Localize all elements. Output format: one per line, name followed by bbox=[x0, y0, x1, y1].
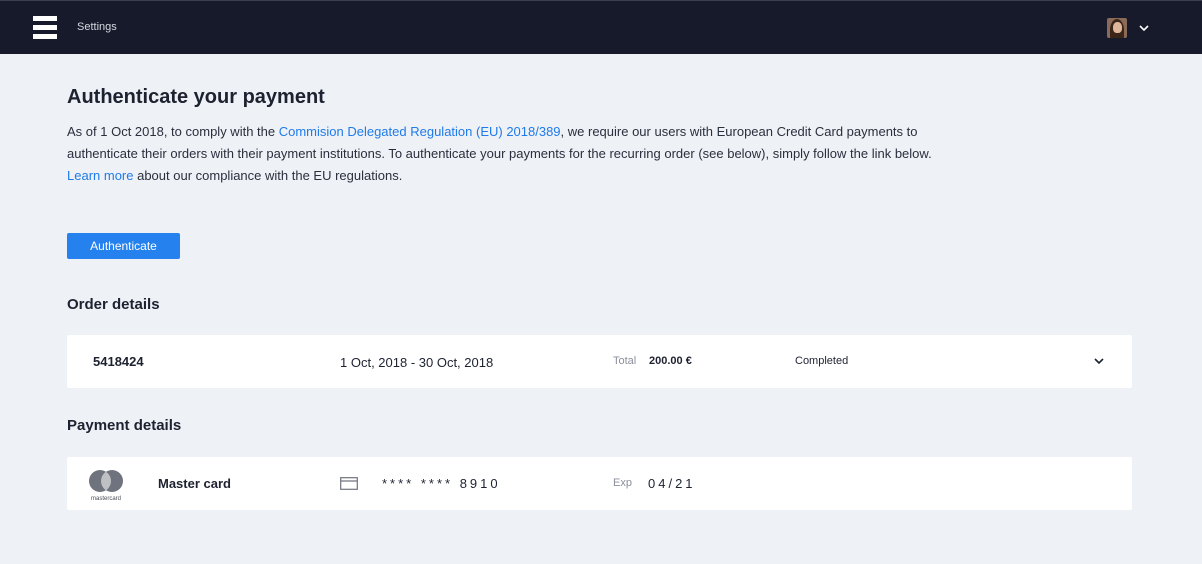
order-total-value: 200.00 € bbox=[649, 355, 692, 367]
intro-text-part: about our compliance with the EU regulat… bbox=[133, 168, 403, 183]
order-details-title: Order details bbox=[67, 296, 160, 313]
order-total-label: Total bbox=[613, 355, 637, 367]
hamburger-icon[interactable] bbox=[33, 16, 57, 40]
credit-card-icon bbox=[340, 477, 358, 490]
chevron-down-icon[interactable] bbox=[1093, 356, 1105, 366]
order-dates: 1 Oct, 2018 - 30 Oct, 2018 bbox=[340, 355, 494, 370]
regulation-link[interactable]: Commision Delegated Regulation (EU) 2018… bbox=[279, 124, 561, 139]
order-id: 5418424 bbox=[93, 354, 144, 369]
authenticate-button[interactable]: Authenticate bbox=[67, 233, 180, 259]
card-number: **** **** 8910 bbox=[382, 476, 501, 491]
payment-details-title: Payment details bbox=[67, 417, 182, 434]
mastercard-logo-icon: mastercard bbox=[89, 470, 123, 502]
mastercard-wordmark: mastercard bbox=[91, 496, 121, 502]
learn-more-link[interactable]: Learn more bbox=[67, 168, 133, 183]
chevron-down-icon[interactable] bbox=[1137, 23, 1151, 33]
intro-text-part: As of 1 Oct 2018, to comply with the bbox=[67, 124, 279, 139]
order-status: Completed bbox=[795, 355, 849, 367]
top-bar: Settings bbox=[0, 0, 1202, 54]
exp-label: Exp bbox=[613, 477, 632, 489]
card-name: Master card bbox=[158, 476, 231, 491]
user-avatar[interactable] bbox=[1107, 18, 1127, 38]
intro-text: As of 1 Oct 2018, to comply with the Com… bbox=[67, 121, 947, 187]
payment-row: mastercard Master card **** **** 8910 Ex… bbox=[67, 457, 1132, 510]
order-row[interactable]: 5418424 1 Oct, 2018 - 30 Oct, 2018 Total… bbox=[67, 335, 1132, 388]
page-title: Authenticate your payment bbox=[67, 86, 325, 108]
topbar-title: Settings bbox=[77, 21, 117, 33]
exp-value: 04/21 bbox=[648, 476, 696, 491]
